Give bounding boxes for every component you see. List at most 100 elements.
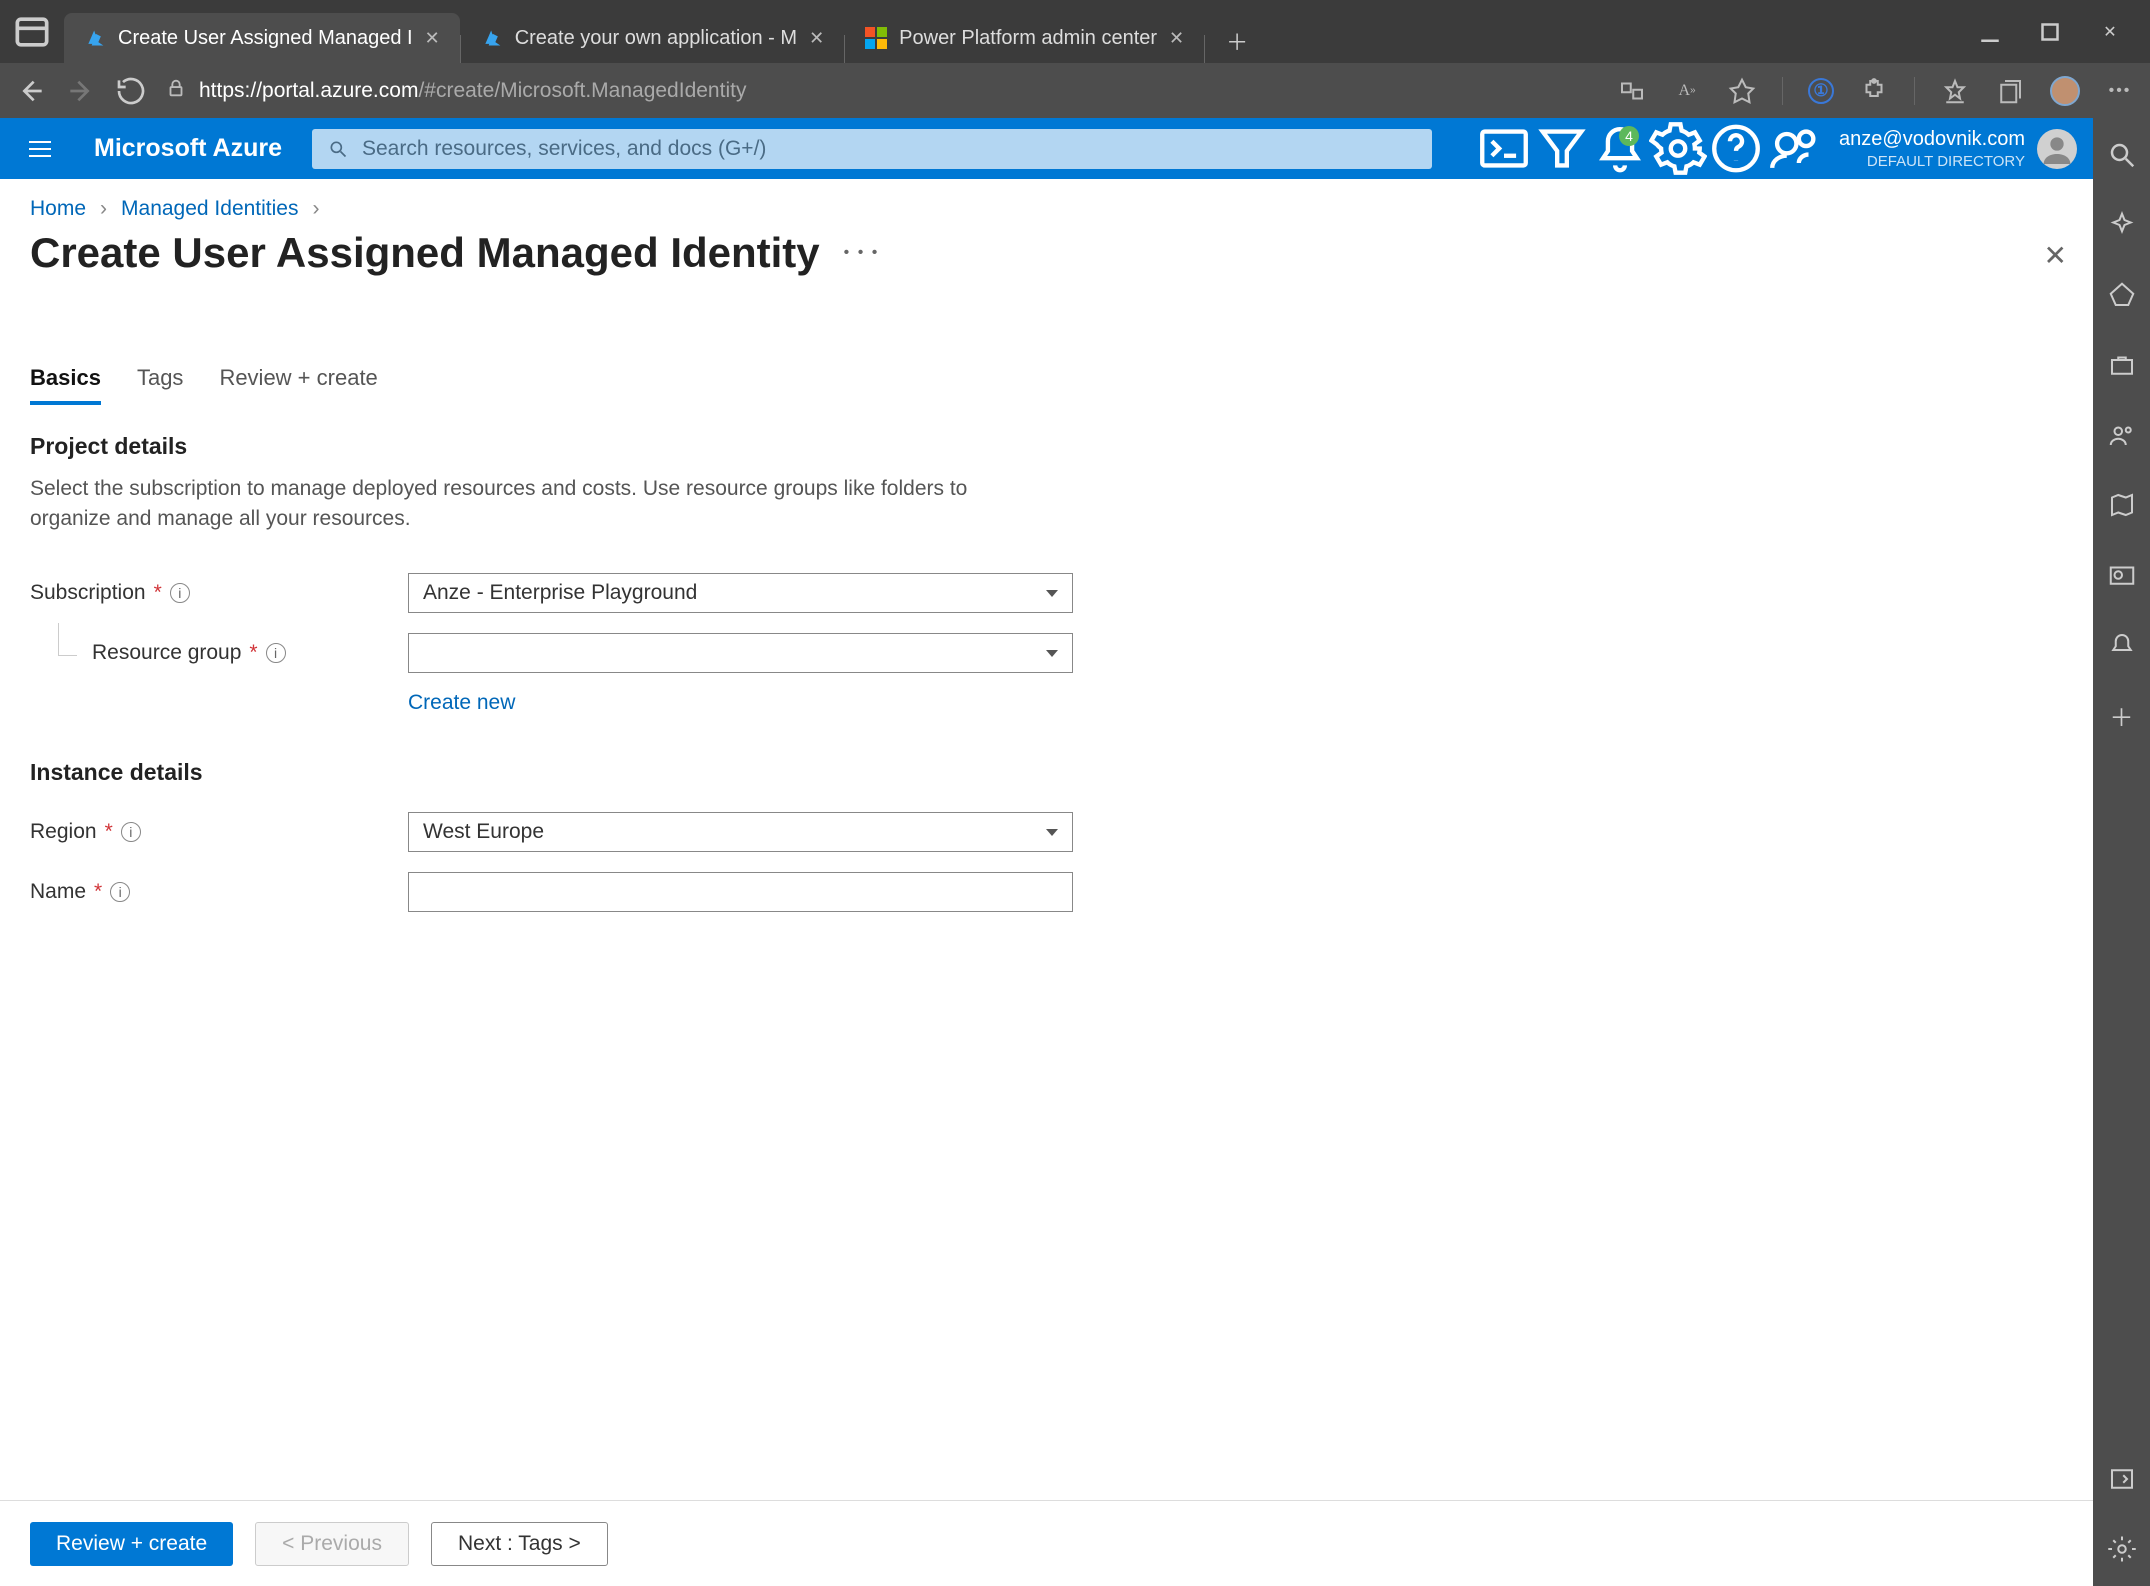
portal-top-bar: Microsoft Azure 4 anze@vodovnik.com DEFA… [0,118,2093,179]
row-region: Region * i West Europe [30,810,2063,854]
tab-basics[interactable]: Basics [30,365,101,405]
profile-avatar[interactable] [2050,76,2080,106]
help-icon[interactable] [1707,118,1765,179]
minimize-button[interactable] [1975,17,2005,47]
breadcrumb-home[interactable]: Home [30,197,86,221]
address-bar-row: https://portal.azure.com/#create/Microso… [0,63,2150,118]
required-indicator: * [105,820,113,844]
refresh-button[interactable] [115,75,147,107]
info-icon[interactable]: i [170,583,190,603]
subscription-select[interactable]: Anze - Enterprise Playground [408,573,1073,613]
directory-filter-icon[interactable] [1533,118,1591,179]
close-blade-button[interactable]: ✕ [2044,239,2067,272]
resource-group-select[interactable] [408,633,1073,673]
address-right-cluster: A» ① ••• [1617,76,2135,106]
portal-search[interactable] [312,129,1432,169]
map-icon[interactable] [2107,490,2137,520]
notifications-icon[interactable]: 4 [1591,118,1649,179]
feedback-icon[interactable] [1765,118,1823,179]
breadcrumb: Home › Managed Identities › [30,197,2063,221]
account-block[interactable]: anze@vodovnik.com DEFAULT DIRECTORY [1823,126,2093,172]
label-subscription: Subscription [30,581,146,605]
more-menu-icon[interactable]: ••• [2105,76,2135,106]
bell-icon[interactable] [2107,630,2137,660]
create-new-rg-link[interactable]: Create new [408,691,515,714]
required-indicator: * [94,880,102,904]
required-indicator: * [154,581,162,605]
people-icon[interactable] [2107,420,2137,450]
tab-title: Create your own application - M [515,27,797,50]
required-indicator: * [249,641,257,665]
info-icon[interactable]: i [110,882,130,902]
create-new-rg-wrap: Create new [408,691,2063,715]
close-icon[interactable]: ✕ [809,28,824,49]
lock-icon [165,77,187,105]
search-input[interactable] [362,137,1416,161]
url-text: https://portal.azure.com/#create/Microso… [199,79,746,103]
browser-tab-1[interactable]: Create your own application - M ✕ [461,13,844,63]
cloud-shell-icon[interactable] [1475,118,1533,179]
info-icon[interactable]: i [121,822,141,842]
page-title: Create User Assigned Managed Identity [30,229,820,277]
more-actions-icon[interactable]: • • • [844,244,880,262]
close-icon[interactable]: ✕ [1169,28,1184,49]
read-aloud-icon[interactable]: A» [1672,76,1702,106]
collapse-rail-icon[interactable] [2107,1464,2137,1494]
label-resource-group: Resource group [92,641,241,665]
name-input[interactable] [408,872,1073,912]
settings-icon[interactable] [1649,118,1707,179]
browser-chrome: Create User Assigned Managed I ✕ Create … [0,0,2150,118]
account-avatar[interactable] [2037,129,2077,169]
separator [1914,77,1915,105]
sparkle-icon[interactable] [2107,210,2137,240]
tab-title: Create User Assigned Managed I [118,27,413,50]
browser-tab-0[interactable]: Create User Assigned Managed I ✕ [64,13,460,63]
region-select[interactable]: West Europe [408,812,1073,852]
form-tabs: Basics Tags Review + create [30,365,2063,405]
tab-review-create[interactable]: Review + create [219,365,377,405]
forward-button[interactable] [65,75,97,107]
project-details-heading: Project details [30,433,2063,460]
new-tab-button[interactable]: ＋ [1215,19,1259,63]
favorite-star-icon[interactable] [1727,76,1757,106]
settings-rail-icon[interactable] [2107,1534,2137,1564]
browser-tab-2[interactable]: Power Platform admin center ✕ [845,13,1204,63]
back-button[interactable] [15,75,47,107]
favorites-list-icon[interactable] [1940,76,1970,106]
next-button[interactable]: Next : Tags > [431,1522,608,1566]
tab-strip: Create User Assigned Managed I ✕ Create … [64,0,1975,63]
outlook-icon[interactable] [2107,560,2137,590]
row-resource-group: Resource group * i [30,631,2063,675]
tabs-overview-button[interactable] [10,10,54,54]
close-window-button[interactable]: ✕ [2095,17,2125,47]
close-icon[interactable]: ✕ [425,28,440,49]
maximize-button[interactable] [2035,17,2065,47]
portal-brand[interactable]: Microsoft Azure [94,134,282,163]
extension-puzzle-icon[interactable] [1859,76,1889,106]
footer-bar: Review + create < Previous Next : Tags > [0,1500,2093,1586]
review-create-button[interactable]: Review + create [30,1522,233,1566]
info-icon[interactable]: i [266,643,286,663]
tag-icon[interactable] [2107,280,2137,310]
search-icon[interactable] [2107,140,2137,170]
hamburger-menu[interactable] [20,129,60,169]
azure-icon [84,27,106,49]
add-rail-icon[interactable]: ＋ [2107,700,2137,730]
row-name: Name * i [30,870,2063,914]
address-bar[interactable]: https://portal.azure.com/#create/Microso… [165,77,1593,105]
portal-top-right: 4 anze@vodovnik.com DEFAULT DIRECTORY [1475,118,2093,179]
previous-button[interactable]: < Previous [255,1522,409,1566]
row-subscription: Subscription * i Anze - Enterprise Playg… [30,571,2063,615]
collections-icon[interactable] [1995,76,2025,106]
window-controls: ✕ [1975,17,2140,47]
microsoft-icon [865,27,887,49]
briefcase-icon[interactable] [2107,350,2137,380]
extensions-icon[interactable] [1617,76,1647,106]
onepassword-icon[interactable]: ① [1808,78,1834,104]
subscription-value: Anze - Enterprise Playground [423,581,697,605]
chevron-right-icon: › [313,197,320,221]
breadcrumb-parent[interactable]: Managed Identities [121,197,298,221]
account-email: anze@vodovnik.com [1839,126,2025,152]
tab-tags[interactable]: Tags [137,365,183,405]
separator [1782,77,1783,105]
